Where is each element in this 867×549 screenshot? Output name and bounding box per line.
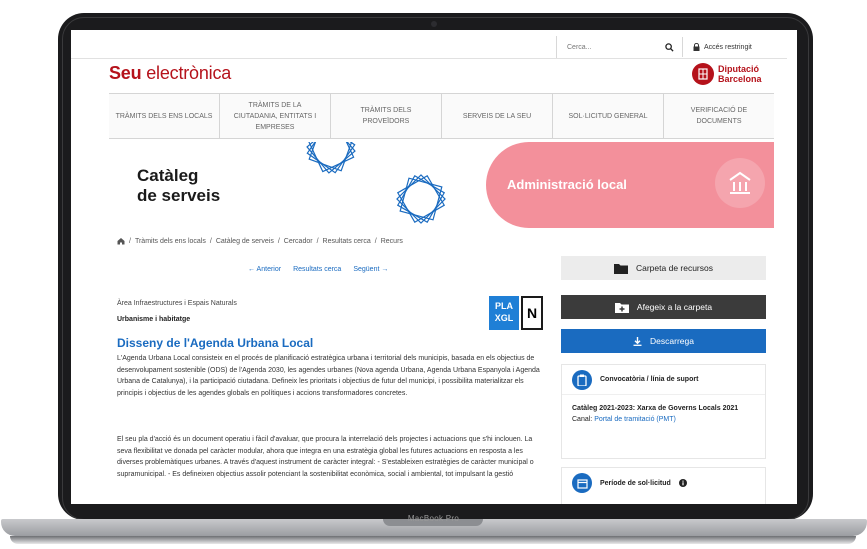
area-label: Àrea Infraestructures i Espais Naturals (117, 300, 237, 307)
diputacio-seal-icon (692, 63, 714, 85)
theme-label: Urbanisme i habitatge (117, 316, 191, 323)
folder-plus-icon (614, 302, 629, 313)
download-button[interactable]: Descarrega (561, 329, 766, 353)
hero-section-label: Administració local (507, 177, 627, 192)
site-logo[interactable]: Seu electrònica (109, 63, 231, 84)
breadcrumb-item[interactable]: Cercador (284, 238, 313, 245)
search-icon (665, 42, 674, 52)
description-paragraph: L'Agenda Urbana Local consisteix en el p… (117, 355, 540, 397)
resource-title: Disseny de l'Agenda Urbana Local (117, 336, 314, 350)
results-link[interactable]: Resultats cerca (293, 266, 341, 273)
support-line-icon (572, 369, 592, 390)
lock-icon (693, 43, 700, 51)
folder-icon (613, 263, 628, 274)
search-button[interactable] (657, 37, 683, 57)
breadcrumb-item[interactable]: Tràmits dels ens locals (135, 238, 206, 245)
n-badge: N (521, 296, 543, 330)
breadcrumb-item[interactable]: Catàleg de serveis (216, 238, 274, 245)
search-input[interactable] (557, 37, 657, 57)
restricted-access-link[interactable]: Accés restringit (683, 43, 762, 51)
utility-bar: Accés restringit (556, 36, 762, 58)
diputacio-logo[interactable]: Diputació Barcelona (692, 63, 762, 85)
breadcrumb-current: Recurs (380, 237, 403, 245)
calendar-icon (572, 473, 592, 493)
diputacio-name: Diputació (718, 64, 760, 74)
resources-folder-button[interactable]: Carpeta de recursos (561, 256, 766, 280)
main-nav: Tràmits dels ens locals Tràmits de la ci… (109, 93, 774, 139)
nav-item-tramits-proveidors[interactable]: Tràmits dels proveïdors (331, 94, 442, 138)
restricted-access-label: Accés restringit (704, 43, 752, 51)
next-link[interactable]: Següent → (353, 266, 388, 273)
download-icon (633, 336, 642, 346)
add-to-folder-button[interactable]: Afegeix a la carpeta (561, 295, 766, 319)
support-line-card: Convocatòria / línia de suport Catàleg 2… (561, 364, 766, 459)
nav-item-verificacio[interactable]: Verificació de documents (664, 94, 774, 138)
nav-item-sollicitud-general[interactable]: Sol·licitud general (553, 94, 664, 138)
request-period-card: Període de sol·licitud (561, 467, 766, 504)
pla-xgl-badge: PLA XGL N (489, 296, 545, 330)
device-label: MacBook Pro (407, 514, 460, 523)
browser-screen: Accés restringit Seu electrònica Diputac… (71, 30, 797, 504)
breadcrumb: / Tràmits dels ens locals / Catàleg de s… (117, 237, 403, 245)
channel-link[interactable]: Portal de tramitació (PMT) (594, 416, 676, 423)
home-icon[interactable] (117, 237, 125, 245)
decorative-squares-graphic (306, 142, 446, 224)
camera-icon (431, 21, 437, 27)
info-icon[interactable] (678, 479, 687, 487)
breadcrumb-item[interactable]: Resultats cerca (323, 238, 371, 245)
request-period-title: Període de sol·licitud (600, 479, 671, 487)
support-line-name: Catàleg 2021-2023: Xarxa de Governs Loca… (572, 405, 739, 412)
hero-title: Catàleg de serveis (137, 166, 221, 205)
previous-link[interactable]: ← Anterior (248, 266, 281, 273)
result-pager: ← Anterior Resultats cerca Següent → (248, 266, 388, 273)
institution-icon (715, 158, 765, 208)
description-paragraph: El seu pla d'acció és un document operat… (117, 436, 534, 478)
hero-banner: Catàleg de serveis Administració local (109, 142, 774, 228)
support-line-title: Convocatòria / línia de suport (600, 376, 699, 383)
laptop-mockup: MacBook Pro Accés restringit Seu electrò… (0, 0, 867, 549)
nav-item-tramits-ciutadania[interactable]: Tràmits de la ciutadania, entitats i emp… (220, 94, 331, 138)
nav-item-serveis-seu[interactable]: Serveis de la seu (442, 94, 553, 138)
diputacio-city: Barcelona (718, 74, 762, 84)
nav-item-tramits-ens-locals[interactable]: Tràmits dels ens locals (109, 94, 220, 138)
